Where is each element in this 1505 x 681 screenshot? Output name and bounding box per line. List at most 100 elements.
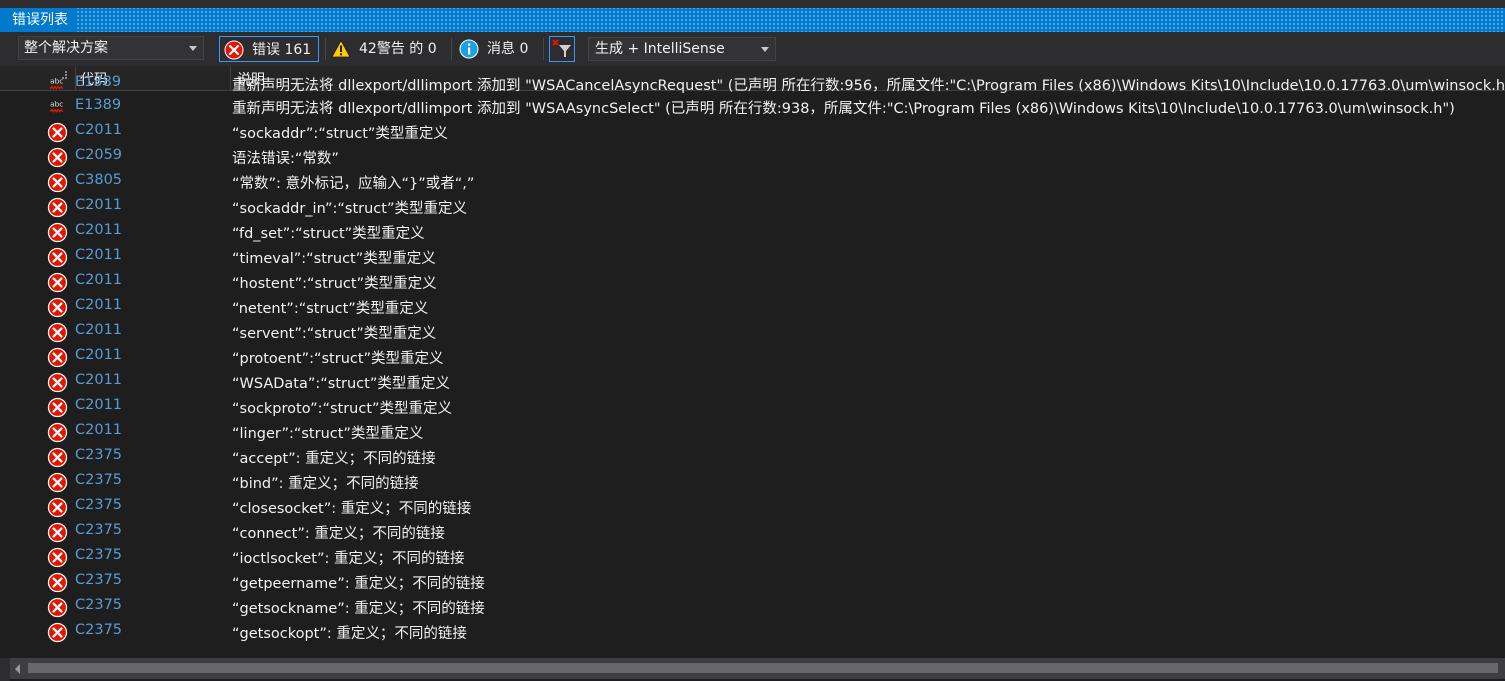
horizontal-scrollbar[interactable]	[10, 658, 1505, 679]
error-icon	[47, 547, 68, 568]
error-row[interactable]: C2375 “accept”: 重定义；不同的链接	[0, 445, 1505, 470]
error-row[interactable]: C2375 “ioctlsocket”: 重定义；不同的链接	[0, 545, 1505, 570]
error-description: “servent”:“struct”类型重定义	[232, 326, 437, 342]
error-icon	[47, 247, 68, 268]
scope-value: 整个解决方案	[24, 40, 108, 56]
error-description: “sockaddr”:“struct”类型重定义	[232, 126, 448, 142]
funnel-filter-icon	[552, 39, 571, 57]
error-code-link[interactable]: C2011	[75, 222, 122, 238]
error-description: “getsockopt”: 重定义；不同的链接	[232, 626, 467, 642]
svg-text:abc: abc	[50, 76, 63, 85]
error-code-link[interactable]: C2011	[75, 347, 122, 363]
error-icon	[47, 622, 68, 643]
messages-filter-button[interactable]: 消息 0	[455, 36, 537, 62]
error-code-link[interactable]: C2011	[75, 247, 122, 263]
error-code-link[interactable]: C3805	[75, 172, 122, 188]
chevron-down-icon	[761, 47, 769, 52]
error-code-link[interactable]: E1389	[75, 74, 121, 90]
tool-window-title-bar[interactable]: 错误列表	[0, 8, 1505, 32]
scrollbar-thumb[interactable]	[28, 663, 1498, 673]
error-description: “sockproto”:“struct”类型重定义	[232, 401, 453, 417]
error-code-link[interactable]: C2011	[75, 272, 122, 288]
error-description: “WSAData”:“struct”类型重定义	[232, 376, 450, 392]
error-icon	[47, 447, 68, 468]
error-description: “fd_set”:“struct”类型重定义	[232, 226, 425, 242]
error-code-link[interactable]: C2375	[75, 597, 122, 613]
error-description: “linger”:“struct”类型重定义	[232, 426, 424, 442]
error-code-link[interactable]: C2375	[75, 547, 122, 563]
error-list-grid: 代码 说明 abc E1389 重新声明无法将 dllexport/dllimpor…	[0, 66, 1505, 658]
filter-toggle-button[interactable]	[549, 36, 575, 62]
error-code-link[interactable]: E1389	[75, 97, 121, 113]
error-row[interactable]: abc E1389 重新声明无法将 dllexport/dllimport 添加到 …	[0, 95, 1505, 120]
error-row[interactable]: C2375 “getsockname”: 重定义；不同的链接	[0, 595, 1505, 620]
error-icon	[47, 472, 68, 493]
error-icon	[47, 522, 68, 543]
error-row[interactable]: C2011 “linger”:“struct”类型重定义	[0, 420, 1505, 445]
error-description: “connect”: 重定义；不同的链接	[232, 526, 445, 542]
error-code-link[interactable]: C2011	[75, 372, 122, 388]
error-row[interactable]: C2375 “getsockopt”: 重定义；不同的链接	[0, 620, 1505, 645]
error-code-link[interactable]: C2011	[75, 297, 122, 313]
error-row[interactable]: C2011 “hostent”:“struct”类型重定义	[0, 270, 1505, 295]
error-row[interactable]: C2059 语法错误:“常数”	[0, 145, 1505, 170]
error-code-link[interactable]: C2011	[75, 397, 122, 413]
error-row[interactable]: C2375 “connect”: 重定义；不同的链接	[0, 520, 1505, 545]
error-code-link[interactable]: C2375	[75, 522, 122, 538]
error-row[interactable]: C2011 “WSAData”:“struct”类型重定义	[0, 370, 1505, 395]
error-row[interactable]: C2011 “sockproto”:“struct”类型重定义	[0, 395, 1505, 420]
errors-filter-button[interactable]: 错误 161	[219, 36, 319, 62]
error-description: “bind”: 重定义；不同的链接	[232, 476, 419, 492]
error-code-link[interactable]: C2011	[75, 422, 122, 438]
error-row[interactable]: C2375 “closesocket”: 重定义；不同的链接	[0, 495, 1505, 520]
errors-filter-label: 错误 161	[252, 42, 312, 58]
svg-text:abc: abc	[50, 99, 63, 108]
error-code-link[interactable]: C2375	[75, 497, 122, 513]
error-code-link[interactable]: C2059	[75, 147, 122, 163]
scroll-left-arrow-icon[interactable]	[15, 664, 20, 674]
error-icon	[47, 197, 68, 218]
error-icon	[47, 297, 68, 318]
error-row[interactable]: C3805 “常数”: 意外标记，应输入“}”或者“,”	[0, 170, 1505, 195]
error-icon	[47, 222, 68, 243]
error-row[interactable]: C2011 “protoent”:“struct”类型重定义	[0, 345, 1505, 370]
toolbar-divider	[451, 38, 452, 60]
build-source-dropdown[interactable]: 生成 + IntelliSense	[588, 37, 776, 61]
error-icon	[47, 122, 68, 143]
toolbar-divider	[543, 38, 544, 60]
tool-window-title: 错误列表	[0, 8, 76, 32]
error-icon	[47, 422, 68, 443]
error-description: “常数”: 意外标记，应输入“}”或者“,”	[232, 176, 475, 192]
intellisense-error-icon: abc	[47, 97, 68, 118]
error-description: “getsockname”: 重定义；不同的链接	[232, 601, 485, 617]
error-icon	[47, 372, 68, 393]
error-code-link[interactable]: C2011	[75, 322, 122, 338]
warnings-filter-button[interactable]: 42警告 的 0	[327, 36, 447, 62]
error-code-link[interactable]: C2375	[75, 472, 122, 488]
error-row[interactable]: C2375 “getpeername”: 重定义；不同的链接	[0, 570, 1505, 595]
error-row[interactable]: C2011 “timeval”:“struct”类型重定义	[0, 245, 1505, 270]
error-description: 重新声明无法将 dllexport/dllimport 添加到 "WSAAsyn…	[232, 101, 1455, 117]
error-row[interactable]: C2011 “netent”:“struct”类型重定义	[0, 295, 1505, 320]
error-description: 语法错误:“常数”	[232, 151, 339, 167]
build-source-value: 生成 + IntelliSense	[595, 41, 725, 57]
error-row[interactable]: C2011 “fd_set”:“struct”类型重定义	[0, 220, 1505, 245]
error-icon	[47, 172, 68, 193]
info-icon	[459, 39, 479, 59]
error-icon	[224, 40, 244, 60]
error-row[interactable]: C2011 “sockaddr_in”:“struct”类型重定义	[0, 195, 1505, 220]
error-code-link[interactable]: C2011	[75, 122, 122, 138]
error-row[interactable]: C2011 “servent”:“struct”类型重定义	[0, 320, 1505, 345]
top-strip	[0, 0, 1505, 8]
scope-dropdown[interactable]: 整个解决方案	[18, 36, 204, 60]
error-code-link[interactable]: C2375	[75, 572, 122, 588]
error-row[interactable]: abc E1389 重新声明无法将 dllexport/dllimport 添加到 …	[0, 74, 1505, 95]
error-icon	[47, 347, 68, 368]
error-row[interactable]: C2011 “sockaddr”:“struct”类型重定义	[0, 120, 1505, 145]
error-icon	[47, 147, 68, 168]
error-code-link[interactable]: C2011	[75, 197, 122, 213]
error-list-toolbar: 整个解决方案 错误 161 42警告 的 0 消息 0 生成 + Intelli…	[0, 32, 1505, 66]
error-code-link[interactable]: C2375	[75, 622, 122, 638]
error-row[interactable]: C2375 “bind”: 重定义；不同的链接	[0, 470, 1505, 495]
error-code-link[interactable]: C2375	[75, 447, 122, 463]
